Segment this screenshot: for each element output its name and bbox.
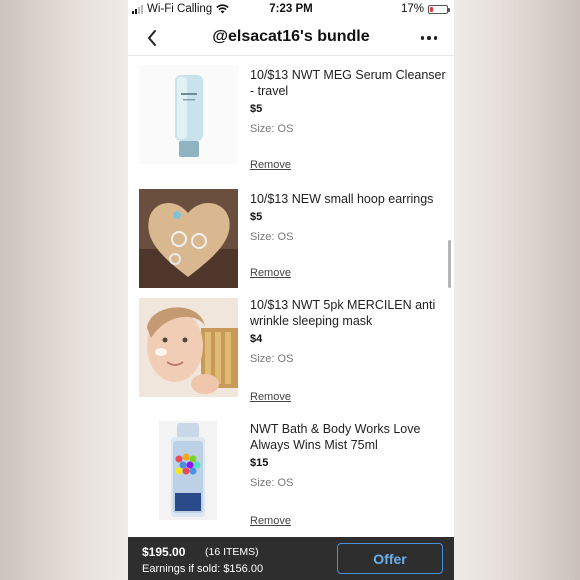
item-title[interactable]: 10/$13 NWT 5pk MERCILEN anti wrinkle sle… — [250, 297, 446, 329]
phone-screen: Wi-Fi Calling 7:23 PM 17% @elsacat16's b… — [128, 0, 454, 580]
battery-percent: 17% — [400, 3, 424, 15]
bundle-item-list: 10/$13 NWT MEG Serum Cleanser - travel $… — [128, 57, 454, 537]
item-info: 10/$13 NWT 5pk MERCILEN anti wrinkle sle… — [250, 297, 446, 365]
item-info: NWT Bath & Body Works Love Always Wins M… — [250, 421, 446, 489]
item-price: $5 — [250, 103, 263, 115]
bundle-total: $195.00 — [142, 545, 186, 559]
item-title[interactable]: 10/$13 NWT MEG Serum Cleanser - travel — [250, 67, 446, 99]
item-price: $4 — [250, 333, 263, 345]
item-title[interactable]: NWT Bath & Body Works Love Always Wins M… — [250, 421, 446, 453]
item-title[interactable]: 10/$13 NEW small hoop earrings — [250, 191, 446, 207]
item-size: Size: OS — [250, 477, 294, 489]
item-size: Size: OS — [250, 231, 294, 243]
item-thumbnail[interactable] — [139, 189, 238, 288]
item-info: 10/$13 NEW small hoop earrings $5 Size: … — [250, 191, 446, 243]
face-mask-image — [139, 298, 238, 397]
remove-link[interactable]: Remove — [250, 515, 291, 527]
offer-button[interactable]: Offer — [337, 543, 443, 574]
item-thumbnail[interactable] — [139, 421, 238, 520]
item-size: Size: OS — [250, 123, 294, 135]
remove-link[interactable]: Remove — [250, 391, 291, 403]
item-price: $5 — [250, 211, 263, 223]
serum-tube-image — [139, 65, 238, 164]
earrings-heart-image — [139, 189, 238, 288]
items-count: (16 ITEMS) — [205, 546, 259, 558]
battery-icon — [428, 4, 450, 14]
page-title: @elsacat16's bundle — [212, 28, 370, 45]
bundle-footer: $195.00 (16 ITEMS) Earnings if sold: $15… — [128, 537, 454, 580]
more-options-button[interactable] — [416, 26, 442, 50]
item-thumbnail[interactable] — [139, 298, 238, 397]
item-size: Size: OS — [250, 353, 294, 365]
more-horizontal-icon — [420, 36, 425, 40]
remove-link[interactable]: Remove — [250, 267, 291, 279]
remove-link[interactable]: Remove — [250, 159, 291, 171]
status-right: 17% — [400, 3, 450, 15]
scrollbar[interactable] — [448, 240, 451, 288]
battery-level — [430, 6, 433, 12]
nav-bar: @elsacat16's bundle — [128, 20, 454, 56]
item-thumbnail[interactable] — [139, 65, 238, 164]
mist-bottle-image — [139, 421, 238, 520]
status-bar: Wi-Fi Calling 7:23 PM 17% — [128, 0, 454, 20]
earnings-text: Earnings if sold: $156.00 — [142, 563, 264, 575]
item-price: $15 — [250, 457, 269, 469]
item-info: 10/$13 NWT MEG Serum Cleanser - travel $… — [250, 67, 446, 135]
